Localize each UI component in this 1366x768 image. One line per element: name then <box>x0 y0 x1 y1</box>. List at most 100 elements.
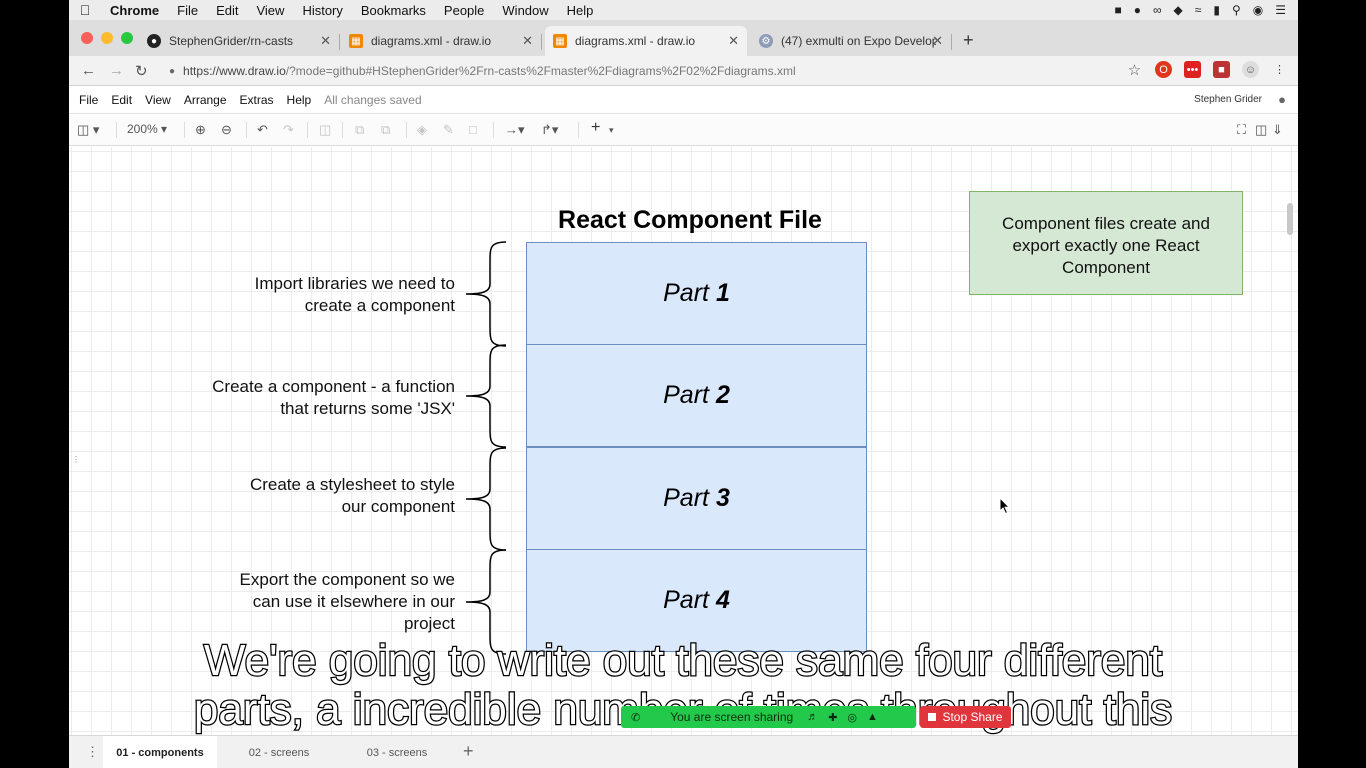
menu-window[interactable]: Window <box>493 3 557 18</box>
insert-plus-icon[interactable]: + <box>591 119 600 137</box>
format-panel-icon[interactable]: ◫ ▾ <box>77 122 99 138</box>
part-box-1[interactable]: Part 1 <box>526 242 867 345</box>
menu-app-name[interactable]: Chrome <box>101 3 168 18</box>
line-color-icon[interactable]: ✎ <box>443 122 454 138</box>
menu-view[interactable]: View <box>247 3 293 18</box>
toolbar-divider <box>493 122 494 138</box>
menu-file[interactable]: File <box>168 3 207 18</box>
maximize-window-icon[interactable] <box>121 32 133 44</box>
browser-tab[interactable]: ▦ diagrams.xml - draw.io ✕ <box>341 26 542 56</box>
redo-icon[interactable]: ↷ <box>283 122 294 138</box>
close-window-icon[interactable] <box>81 32 93 44</box>
part-box-3[interactable]: Part 3 <box>526 447 867 550</box>
drawio-menu-view[interactable]: View <box>145 93 171 107</box>
menu-history[interactable]: History <box>293 3 351 18</box>
pages-menu-icon[interactable]: ⋮ <box>86 744 99 760</box>
page-tab[interactable]: 03 - screens <box>341 736 453 768</box>
menu-bookmarks[interactable]: Bookmarks <box>352 3 435 18</box>
language-globe-icon[interactable]: ● <box>1278 92 1286 107</box>
delete-icon[interactable]: ◫ <box>319 122 331 138</box>
fullscreen-icon[interactable]: ⛶ <box>1237 122 1246 138</box>
part-box-2[interactable]: Part 2 <box>526 344 867 447</box>
to-back-icon[interactable]: ⧉ <box>381 122 390 138</box>
fill-color-icon[interactable]: ◈ <box>417 122 427 138</box>
drawio-menu-file[interactable]: File <box>79 93 98 107</box>
vertical-scrollbar[interactable] <box>1287 203 1293 235</box>
shadow-icon[interactable]: □ <box>469 122 477 137</box>
siri-icon[interactable]: ◉ <box>1253 3 1263 17</box>
close-tab-icon[interactable]: ✕ <box>522 33 533 49</box>
close-tab-icon[interactable]: ✕ <box>728 33 739 49</box>
browser-tab-active[interactable]: ▦ diagrams.xml - draw.io ✕ <box>545 26 747 56</box>
diagram-title[interactable]: React Component File <box>525 206 855 235</box>
curly-brace-2[interactable] <box>464 343 512 449</box>
dropbox-icon[interactable]: ◆ <box>1174 3 1183 17</box>
minimize-window-icon[interactable] <box>101 32 113 44</box>
zoom-out-icon[interactable]: ⊖ <box>221 122 232 138</box>
note-box[interactable]: Component files create and export exactl… <box>969 191 1243 295</box>
description-text-1[interactable]: Import libraries we need to create a com… <box>135 273 455 317</box>
reload-icon[interactable]: ↻ <box>135 62 148 80</box>
url-field[interactable]: ● https://www.draw.io /?mode=github#HSte… <box>169 59 1229 83</box>
drawio-menu-help[interactable]: Help <box>287 93 312 107</box>
waypoints-icon[interactable]: ↱▾ <box>541 122 558 138</box>
apple-icon[interactable]:  <box>69 2 101 18</box>
toolbar-divider <box>342 122 343 138</box>
search-icon[interactable]: ⚲ <box>1232 3 1241 17</box>
mic-muted-icon[interactable]: ✚ <box>828 711 837 724</box>
description-text-4[interactable]: Export the component so we can use it el… <box>135 569 455 635</box>
add-page-icon[interactable]: + <box>463 741 474 762</box>
stop-share-button[interactable]: Stop Share <box>920 706 1011 728</box>
page-tab-label: 02 - screens <box>248 746 310 759</box>
collapse-icon[interactable]: ⇓ <box>1272 122 1283 138</box>
new-tab-icon[interactable]: + <box>963 30 974 51</box>
menu-edit[interactable]: Edit <box>207 3 247 18</box>
description-text-3[interactable]: Create a stylesheet to style our compone… <box>135 474 455 518</box>
user-name[interactable]: Stephen Grider <box>1194 94 1262 105</box>
record-icon[interactable]: ◎ <box>847 711 857 724</box>
opera-icon[interactable]: O <box>1155 61 1172 78</box>
format-toggle-icon[interactable]: ◫ <box>1255 122 1267 138</box>
page-tab[interactable]: 02 - screens <box>217 736 341 768</box>
zoom-select[interactable]: 200% ▾ <box>127 122 167 136</box>
menu-people[interactable]: People <box>435 3 493 18</box>
to-front-icon[interactable]: ⧉ <box>355 122 364 138</box>
menu-help[interactable]: Help <box>558 3 603 18</box>
browser-tab[interactable]: ● StephenGrider/rn-casts ✕ <box>139 26 340 56</box>
connection-icon[interactable]: →▾ <box>505 122 525 138</box>
close-tab-icon[interactable]: ✕ <box>932 33 943 49</box>
glasses-icon[interactable]: ∞ <box>1153 3 1162 17</box>
page-tab-active[interactable]: 01 - components <box>103 736 217 768</box>
evernote-icon[interactable]: ■ <box>1114 3 1121 17</box>
profile-avatar-icon[interactable]: ☺ <box>1242 61 1259 78</box>
more-menu-icon[interactable]: ⋮ <box>1271 61 1288 78</box>
phone-icon[interactable]: ✆ <box>631 711 640 724</box>
shield-icon[interactable]: ● <box>1134 3 1141 17</box>
security-shield-icon[interactable]: ▲ <box>867 711 878 723</box>
speaker-icon[interactable]: ♬ <box>807 711 818 723</box>
undo-icon[interactable]: ↶ <box>257 122 268 138</box>
zoom-in-icon[interactable]: ⊕ <box>195 122 206 138</box>
forward-icon[interactable]: → <box>109 62 124 79</box>
lastpass-icon[interactable]: ••• <box>1184 61 1201 78</box>
curly-brace-3[interactable] <box>464 446 512 552</box>
browser-tab[interactable]: ⚙ (47) exmulti on Expo Develope ✕ <box>751 26 952 56</box>
wifi-icon[interactable]: ≈ <box>1195 3 1202 17</box>
bookmark-star-icon[interactable]: ☆ <box>1126 61 1143 79</box>
list-icon[interactable]: ☰ <box>1275 3 1286 17</box>
description-text-2[interactable]: Create a component - a function that ret… <box>135 376 455 420</box>
lock-icon[interactable]: ● <box>169 66 175 77</box>
part-label: Part <box>663 381 709 409</box>
sidebar-grip-icon[interactable]: ⋮ <box>72 455 80 464</box>
drawio-menu-edit[interactable]: Edit <box>111 93 132 107</box>
close-tab-icon[interactable]: ✕ <box>320 33 331 49</box>
chevron-down-icon[interactable]: ▾ <box>609 125 614 136</box>
stop-icon <box>928 713 937 721</box>
tab-label: diagrams.xml - draw.io <box>575 34 696 48</box>
battery-icon[interactable]: ▮ <box>1213 3 1220 17</box>
drawio-menu-extras[interactable]: Extras <box>240 93 274 107</box>
back-icon[interactable]: ← <box>81 62 96 79</box>
drawio-menu-arrange[interactable]: Arrange <box>184 93 227 107</box>
curly-brace-1[interactable] <box>464 240 512 348</box>
ublock-icon[interactable]: ■ <box>1213 61 1230 78</box>
